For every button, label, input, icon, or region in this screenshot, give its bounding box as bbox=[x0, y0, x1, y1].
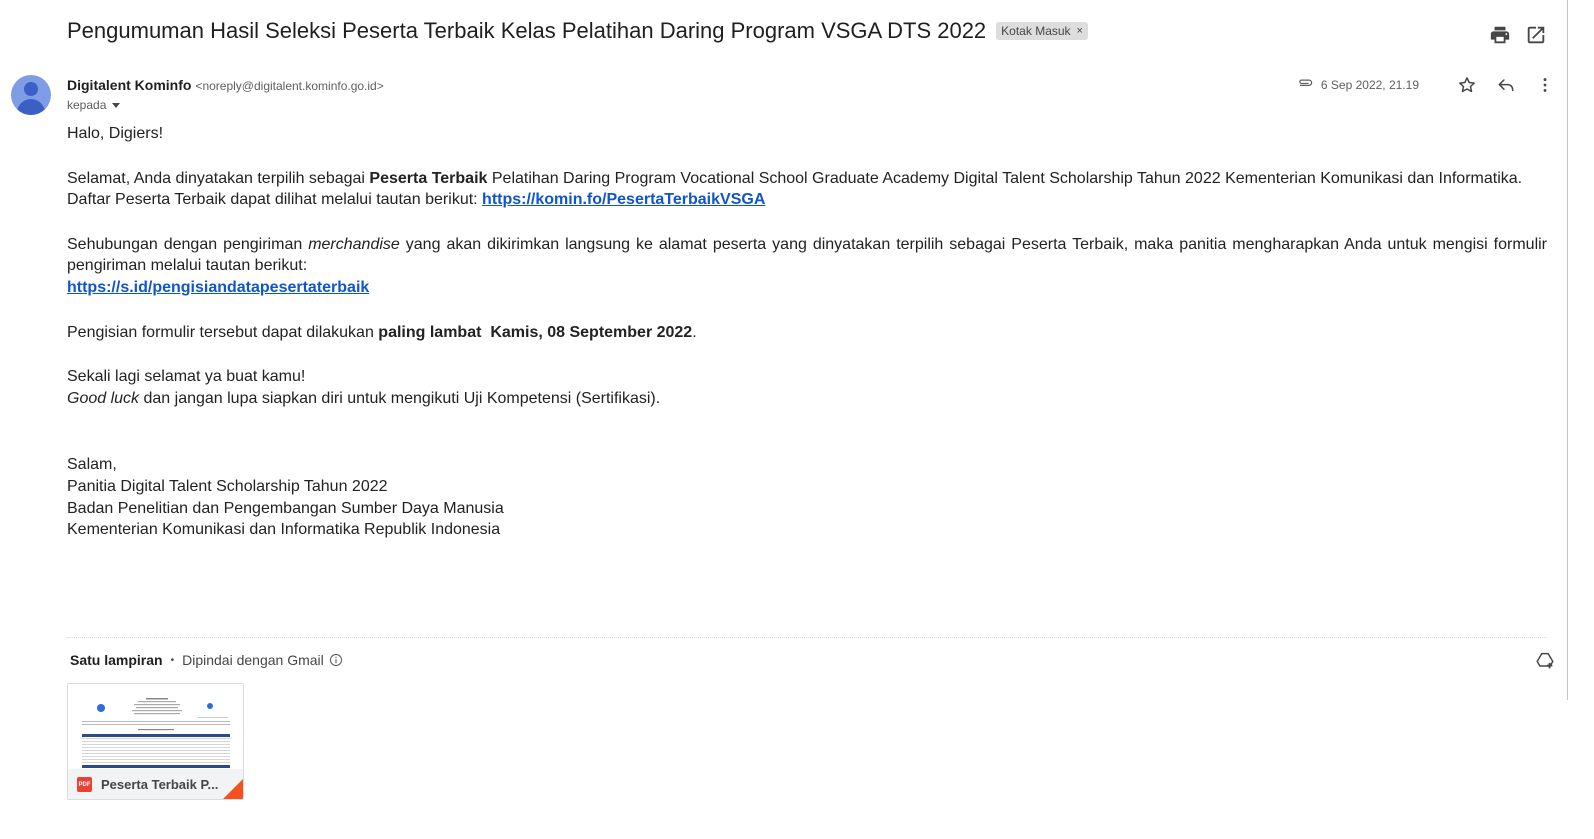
avatar bbox=[11, 75, 51, 115]
sender-email: <noreply@digitalent.kominfo.go.id> bbox=[195, 79, 384, 93]
paragraph-selection: Selamat, Anda dinyatakan terpilih sebaga… bbox=[67, 168, 1547, 190]
greeting: Halo, Digiers! bbox=[67, 125, 164, 142]
attachment-file-name: Peserta Terbaik P... bbox=[101, 777, 219, 792]
attachments-header: Satu lampiran • Dipindai dengan Gmail bbox=[70, 652, 343, 668]
congrats-line: Sekali lagi selamat ya buat kamu! bbox=[67, 368, 306, 386]
email-body: Halo, Digiers! Selamat, Anda dinyatakan … bbox=[67, 123, 1547, 541]
p3-text-post: . bbox=[692, 323, 697, 341]
p2-text-pre: Sehubungan dengan pengiriman bbox=[67, 235, 309, 253]
paragraph-deadline: Pengisian formulir tersebut dapat dilaku… bbox=[67, 322, 1547, 344]
p3-bold: paling lambat Kamis, 08 September 2022 bbox=[378, 323, 693, 341]
scrollbar[interactable] bbox=[1567, 0, 1568, 700]
recipient-details-toggle[interactable]: kepada bbox=[67, 98, 121, 112]
add-to-drive-icon[interactable] bbox=[1534, 650, 1556, 672]
attachment-footer: PDF Peserta Terbaik P... bbox=[68, 769, 243, 799]
message-date: 6 Sep 2022, 21.19 bbox=[1320, 78, 1419, 92]
sender-row: Digitalent Kominfo <noreply@digitalent.k… bbox=[67, 77, 384, 93]
reply-icon[interactable] bbox=[1495, 74, 1517, 96]
chevron-down-icon bbox=[112, 102, 121, 108]
pdf-icon: PDF bbox=[77, 777, 92, 792]
attachment-card[interactable]: PDF Peserta Terbaik P... bbox=[67, 683, 244, 800]
signature-line-2: Panitia Digital Talent Scholarship Tahun… bbox=[67, 477, 388, 495]
label-chip-inbox[interactable]: Kotak Masuk × bbox=[996, 22, 1088, 40]
p1-text-post: Pelatihan Daring Program Vocational Scho… bbox=[487, 169, 1523, 187]
signature-line-4: Kementerian Komunikasi dan Informatika R… bbox=[67, 521, 501, 539]
more-vert-icon[interactable] bbox=[1534, 74, 1556, 96]
info-icon[interactable] bbox=[329, 653, 343, 667]
message-meta: 6 Sep 2022, 21.19 bbox=[1297, 74, 1556, 96]
label-chip-text: Kotak Masuk bbox=[1001, 24, 1071, 38]
attachment-count: Satu lampiran bbox=[70, 652, 163, 668]
star-icon[interactable] bbox=[1456, 74, 1478, 96]
p4-text-post: dan jangan lupa siapkan diri untuk mengi… bbox=[139, 389, 661, 407]
attachment-thumbnail bbox=[68, 684, 243, 769]
link-form[interactable]: https://s.id/pengisiandatapesertaterbaik bbox=[67, 279, 369, 296]
p3-text-pre: Pengisian formulir tersebut dapat dilaku… bbox=[67, 323, 379, 341]
scan-status: Dipindai dengan Gmail bbox=[182, 652, 324, 668]
email-subject: Pengumuman Hasil Seleksi Peserta Terbaik… bbox=[67, 18, 987, 43]
signature-line-3: Badan Penelitian dan Pengembangan Sumber… bbox=[67, 499, 504, 517]
link-peserta-terbaik[interactable]: https://komin.fo/PesertaTerbaikVSGA bbox=[482, 191, 765, 208]
p1-text-pre: Selamat, Anda dinyatakan terpilih sebaga… bbox=[67, 169, 370, 187]
p4-italic: Good luck bbox=[67, 389, 140, 407]
attachments-divider bbox=[67, 637, 1547, 638]
p1-bold: Peserta Terbaik bbox=[369, 169, 488, 187]
p1-line2: Daftar Peserta Terbaik dapat dilihat mel… bbox=[67, 191, 483, 209]
paragraph-list-link: Daftar Peserta Terbaik dapat dilihat mel… bbox=[67, 189, 1547, 211]
p2-italic: merchandise bbox=[308, 235, 400, 253]
remove-label-button[interactable]: × bbox=[1077, 25, 1083, 37]
good-luck-line: Good luck dan jangan lupa siapkan diri u… bbox=[67, 388, 1547, 410]
recipient-label: kepada bbox=[67, 98, 107, 112]
signature-line-1: Salam, bbox=[67, 456, 117, 474]
sender-name: Digitalent Kominfo bbox=[67, 77, 192, 93]
paperclip-icon bbox=[1297, 76, 1315, 94]
paragraph-merchandise: Sehubungan dengan pengiriman merchandise… bbox=[67, 234, 1547, 277]
print-icon[interactable] bbox=[1489, 24, 1511, 46]
open-in-new-window-icon[interactable] bbox=[1525, 24, 1547, 46]
subject-row: Pengumuman Hasil Seleksi Peserta Terbaik… bbox=[67, 18, 1088, 44]
corner-fold bbox=[222, 778, 243, 799]
